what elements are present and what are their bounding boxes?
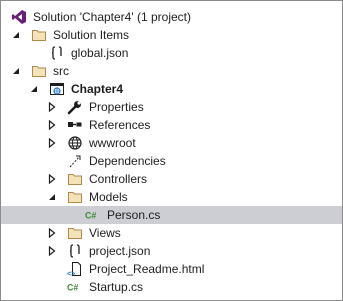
json-file-icon	[67, 243, 83, 259]
models-label: Models	[89, 190, 128, 204]
tree-row-wwwroot[interactable]: wwwroot	[1, 134, 342, 152]
html-file-icon: <>	[67, 261, 83, 277]
startup-cs-label: Startup.cs	[89, 280, 144, 294]
collapsed-arrow-icon[interactable]	[46, 134, 58, 152]
collapsed-arrow-icon[interactable]	[46, 116, 58, 134]
tree-row-project-readme[interactable]: <> Project_Readme.html	[1, 260, 342, 278]
collapsed-arrow-icon[interactable]	[46, 242, 58, 260]
tree-row-controllers[interactable]: Controllers	[1, 170, 342, 188]
global-json-label: global.json	[71, 46, 129, 60]
collapsed-arrow-icon[interactable]	[46, 170, 58, 188]
views-label: Views	[89, 226, 121, 240]
folder-icon	[67, 189, 83, 205]
tree-row-models[interactable]: Models	[1, 188, 342, 206]
dependencies-icon	[67, 153, 83, 169]
person-cs-label: Person.cs	[107, 208, 161, 222]
project-json-label: project.json	[89, 244, 151, 258]
wrench-icon	[67, 99, 83, 115]
project-readme-label: Project_Readme.html	[89, 262, 205, 276]
tree-row-solution-items[interactable]: Solution Items	[1, 26, 342, 44]
visual-studio-solution-icon	[11, 9, 27, 25]
json-file-icon	[49, 45, 65, 61]
tree-row-properties[interactable]: Properties	[1, 98, 342, 116]
controllers-label: Controllers	[89, 172, 148, 186]
svg-text:<>: <>	[67, 271, 75, 277]
expanded-arrow-icon[interactable]	[10, 26, 22, 44]
tree-row-references[interactable]: References	[1, 116, 342, 134]
globe-icon	[67, 135, 83, 151]
references-icon	[67, 117, 83, 133]
src-label: src	[53, 64, 69, 78]
csharp-file-icon: C#	[67, 279, 83, 295]
folder-icon	[67, 171, 83, 187]
folder-icon	[67, 225, 83, 241]
tree-row-solution[interactable]: Solution 'Chapter4' (1 project)	[1, 8, 342, 26]
svg-text:C#: C#	[67, 283, 78, 293]
expanded-arrow-icon[interactable]	[10, 62, 22, 80]
svg-text:C#: C#	[85, 211, 96, 221]
folder-icon	[31, 63, 47, 79]
project-label: Chapter4	[71, 82, 124, 96]
tree-row-person-cs[interactable]: C# Person.cs	[1, 206, 342, 224]
expanded-arrow-icon[interactable]	[46, 188, 58, 206]
solution-explorer-tree: Solution 'Chapter4' (1 project) Solution…	[0, 0, 343, 301]
solution-label: Solution 'Chapter4' (1 project)	[33, 10, 191, 24]
tree-row-global-json[interactable]: global.json	[1, 44, 342, 62]
folder-icon	[31, 27, 47, 43]
properties-label: Properties	[89, 100, 144, 114]
collapsed-arrow-icon[interactable]	[46, 98, 58, 116]
csharp-file-icon: C#	[85, 207, 101, 223]
expanded-arrow-icon[interactable]	[28, 80, 40, 98]
tree-row-views[interactable]: Views	[1, 224, 342, 242]
web-project-icon	[49, 81, 65, 97]
solution-items-label: Solution Items	[53, 28, 130, 42]
tree-row-startup-cs[interactable]: C# Startup.cs	[1, 278, 342, 296]
tree-row-src[interactable]: src	[1, 62, 342, 80]
collapsed-arrow-icon[interactable]	[46, 224, 58, 242]
references-label: References	[89, 118, 151, 132]
tree-row-project-json[interactable]: project.json	[1, 242, 342, 260]
wwwroot-label: wwwroot	[89, 136, 136, 150]
tree-row-project[interactable]: Chapter4	[1, 80, 342, 98]
dependencies-label: Dependencies	[89, 154, 166, 168]
tree-row-dependencies[interactable]: Dependencies	[1, 152, 342, 170]
